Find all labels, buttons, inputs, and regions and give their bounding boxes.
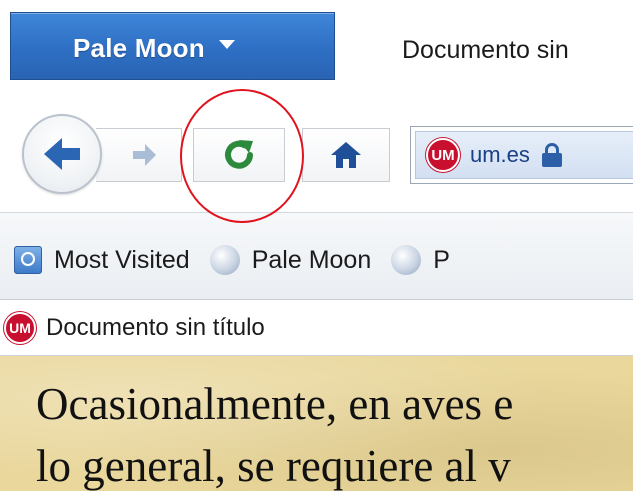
back-button[interactable] <box>22 114 102 194</box>
home-button[interactable] <box>302 128 390 182</box>
bookmark-most-visited[interactable]: Most Visited <box>14 246 190 275</box>
content-line: Ocasionalmente, en aves e <box>36 379 514 429</box>
title-bar: Pale Moon Documento sin <box>0 0 633 92</box>
tab-favicon: UM <box>4 311 36 344</box>
back-arrow-icon <box>44 138 80 170</box>
tab-documento[interactable]: UM Documento sin título <box>0 300 633 356</box>
url-domain: um.es <box>470 142 530 167</box>
dropdown-arrow-icon <box>218 40 235 49</box>
bookmark-label: Most Visited <box>54 245 190 274</box>
tab-title: Documento sin título <box>46 313 265 341</box>
site-identity-button[interactable]: UM um.es <box>415 131 633 179</box>
bookmark-label: P <box>433 245 450 274</box>
window-tab-title[interactable]: Documento sin <box>402 36 569 65</box>
app-menu-button[interactable]: Pale Moon <box>10 12 335 80</box>
forward-button[interactable] <box>96 128 182 182</box>
bookmark-label: Pale Moon <box>251 245 372 274</box>
lock-icon <box>541 143 562 167</box>
reload-icon <box>225 140 253 169</box>
navigation-toolbar: UM um.es <box>0 92 633 212</box>
bookmark-pale-moon[interactable]: Pale Moon <box>209 245 372 275</box>
content-line: lo general, se requiere al v <box>36 441 511 491</box>
site-favicon: UM <box>426 138 460 172</box>
forward-arrow-icon <box>132 144 156 166</box>
bookmarks-toolbar: Most Visited Pale Moon P <box>0 212 633 300</box>
app-menu-label: Pale Moon <box>73 33 205 63</box>
reload-button[interactable] <box>193 128 285 182</box>
page-content: Ocasionalmente, en aves e lo general, se… <box>0 356 633 491</box>
url-bar[interactable]: UM um.es <box>410 126 633 184</box>
home-icon <box>331 142 361 168</box>
most-visited-icon <box>14 246 42 274</box>
pale-moon-icon <box>391 245 422 275</box>
pale-moon-icon <box>209 245 240 275</box>
bookmark-pale-moon-2[interactable]: P <box>391 245 450 275</box>
